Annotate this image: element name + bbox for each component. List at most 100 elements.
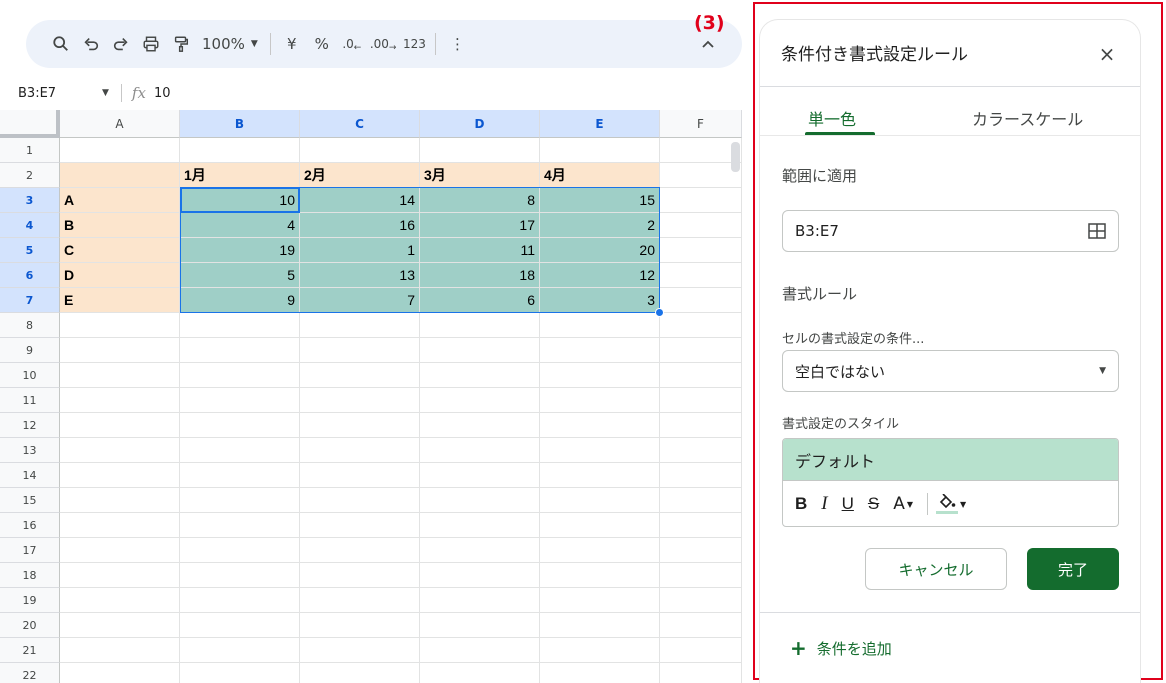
cell-c10[interactable] bbox=[300, 363, 420, 388]
cell-a19[interactable] bbox=[60, 588, 180, 613]
cell-a16[interactable] bbox=[60, 513, 180, 538]
cell-d14[interactable] bbox=[420, 463, 540, 488]
cell-a22[interactable] bbox=[60, 663, 180, 683]
cell-a15[interactable] bbox=[60, 488, 180, 513]
cell-e20[interactable] bbox=[540, 613, 660, 638]
cell-c11[interactable] bbox=[300, 388, 420, 413]
cell-b10[interactable] bbox=[180, 363, 300, 388]
cell-a1[interactable] bbox=[60, 138, 180, 163]
cell-f1[interactable] bbox=[660, 138, 742, 163]
cell-d4[interactable]: 17 bbox=[420, 213, 540, 238]
cell-c19[interactable] bbox=[300, 588, 420, 613]
cell-b20[interactable] bbox=[180, 613, 300, 638]
cell-c9[interactable] bbox=[300, 338, 420, 363]
cell-a6[interactable]: D bbox=[60, 263, 180, 288]
row-header-7[interactable]: 7 bbox=[0, 288, 60, 313]
cell-d11[interactable] bbox=[420, 388, 540, 413]
name-box[interactable]: B3:E7 bbox=[0, 86, 60, 101]
cell-f12[interactable] bbox=[660, 413, 742, 438]
cell-c4[interactable]: 16 bbox=[300, 213, 420, 238]
column-header-e[interactable]: E bbox=[540, 110, 660, 138]
paint-format-icon[interactable] bbox=[166, 28, 196, 60]
cell-d16[interactable] bbox=[420, 513, 540, 538]
increase-decimal-button[interactable]: .00 → bbox=[367, 28, 400, 60]
cell-d18[interactable] bbox=[420, 563, 540, 588]
text-color-button[interactable]: A ▼ bbox=[893, 494, 913, 514]
cell-c15[interactable] bbox=[300, 488, 420, 513]
cell-e12[interactable] bbox=[540, 413, 660, 438]
cell-a21[interactable] bbox=[60, 638, 180, 663]
cell-d15[interactable] bbox=[420, 488, 540, 513]
cell-b1[interactable] bbox=[180, 138, 300, 163]
column-header-c[interactable]: C bbox=[300, 110, 420, 138]
zoom-select[interactable]: 100% ▼ bbox=[196, 28, 264, 60]
cell-f6[interactable] bbox=[660, 263, 742, 288]
italic-button[interactable]: I bbox=[821, 493, 827, 515]
cell-d6[interactable]: 18 bbox=[420, 263, 540, 288]
cell-f14[interactable] bbox=[660, 463, 742, 488]
cell-d2[interactable]: 3月 bbox=[420, 163, 540, 188]
cell-b9[interactable] bbox=[180, 338, 300, 363]
cell-e1[interactable] bbox=[540, 138, 660, 163]
undo-icon[interactable] bbox=[76, 28, 106, 60]
cell-b16[interactable] bbox=[180, 513, 300, 538]
cell-a20[interactable] bbox=[60, 613, 180, 638]
underline-button[interactable]: U bbox=[842, 494, 854, 514]
cell-f17[interactable] bbox=[660, 538, 742, 563]
cell-c3[interactable]: 14 bbox=[300, 188, 420, 213]
cell-e3[interactable]: 15 bbox=[540, 188, 660, 213]
cell-c20[interactable] bbox=[300, 613, 420, 638]
cell-e14[interactable] bbox=[540, 463, 660, 488]
cell-e2[interactable]: 4月 bbox=[540, 163, 660, 188]
cell-f15[interactable] bbox=[660, 488, 742, 513]
cell-b22[interactable] bbox=[180, 663, 300, 683]
more-formats-button[interactable]: 123 bbox=[399, 28, 429, 60]
grid-select-icon[interactable] bbox=[1088, 223, 1106, 239]
cell-a7[interactable]: E bbox=[60, 288, 180, 313]
cell-a14[interactable] bbox=[60, 463, 180, 488]
row-header-4[interactable]: 4 bbox=[0, 213, 60, 238]
cell-d5[interactable]: 11 bbox=[420, 238, 540, 263]
cell-e7[interactable]: 3 bbox=[540, 288, 660, 313]
cell-a10[interactable] bbox=[60, 363, 180, 388]
cell-d19[interactable] bbox=[420, 588, 540, 613]
cell-a11[interactable] bbox=[60, 388, 180, 413]
row-header-14[interactable]: 14 bbox=[0, 463, 60, 488]
cell-b3[interactable]: 10 bbox=[180, 188, 300, 213]
cell-a8[interactable] bbox=[60, 313, 180, 338]
cell-f16[interactable] bbox=[660, 513, 742, 538]
cell-c7[interactable]: 7 bbox=[300, 288, 420, 313]
cell-e19[interactable] bbox=[540, 588, 660, 613]
row-header-8[interactable]: 8 bbox=[0, 313, 60, 338]
cell-e17[interactable] bbox=[540, 538, 660, 563]
cell-f5[interactable] bbox=[660, 238, 742, 263]
cell-a17[interactable] bbox=[60, 538, 180, 563]
cell-a4[interactable]: B bbox=[60, 213, 180, 238]
cell-b21[interactable] bbox=[180, 638, 300, 663]
cell-e15[interactable] bbox=[540, 488, 660, 513]
row-header-13[interactable]: 13 bbox=[0, 438, 60, 463]
tab-single-color[interactable]: 単一色 bbox=[808, 106, 856, 130]
condition-select[interactable]: 空白ではない ▼ bbox=[782, 350, 1119, 392]
cell-b14[interactable] bbox=[180, 463, 300, 488]
strikethrough-button[interactable]: S bbox=[868, 494, 879, 514]
cell-d3[interactable]: 8 bbox=[420, 188, 540, 213]
column-header-b[interactable]: B bbox=[180, 110, 300, 138]
cell-a18[interactable] bbox=[60, 563, 180, 588]
column-header-f[interactable]: F bbox=[660, 110, 742, 138]
cell-e5[interactable]: 20 bbox=[540, 238, 660, 263]
cell-e6[interactable]: 12 bbox=[540, 263, 660, 288]
column-header-d[interactable]: D bbox=[420, 110, 540, 138]
cell-d1[interactable] bbox=[420, 138, 540, 163]
cell-c14[interactable] bbox=[300, 463, 420, 488]
cell-b18[interactable] bbox=[180, 563, 300, 588]
cell-e10[interactable] bbox=[540, 363, 660, 388]
row-header-1[interactable]: 1 bbox=[0, 138, 60, 163]
cell-e13[interactable] bbox=[540, 438, 660, 463]
cell-e11[interactable] bbox=[540, 388, 660, 413]
cell-d10[interactable] bbox=[420, 363, 540, 388]
formula-input[interactable]: 10 bbox=[154, 86, 171, 101]
range-input[interactable]: B3:E7 bbox=[782, 210, 1119, 252]
cell-b13[interactable] bbox=[180, 438, 300, 463]
row-header-17[interactable]: 17 bbox=[0, 538, 60, 563]
